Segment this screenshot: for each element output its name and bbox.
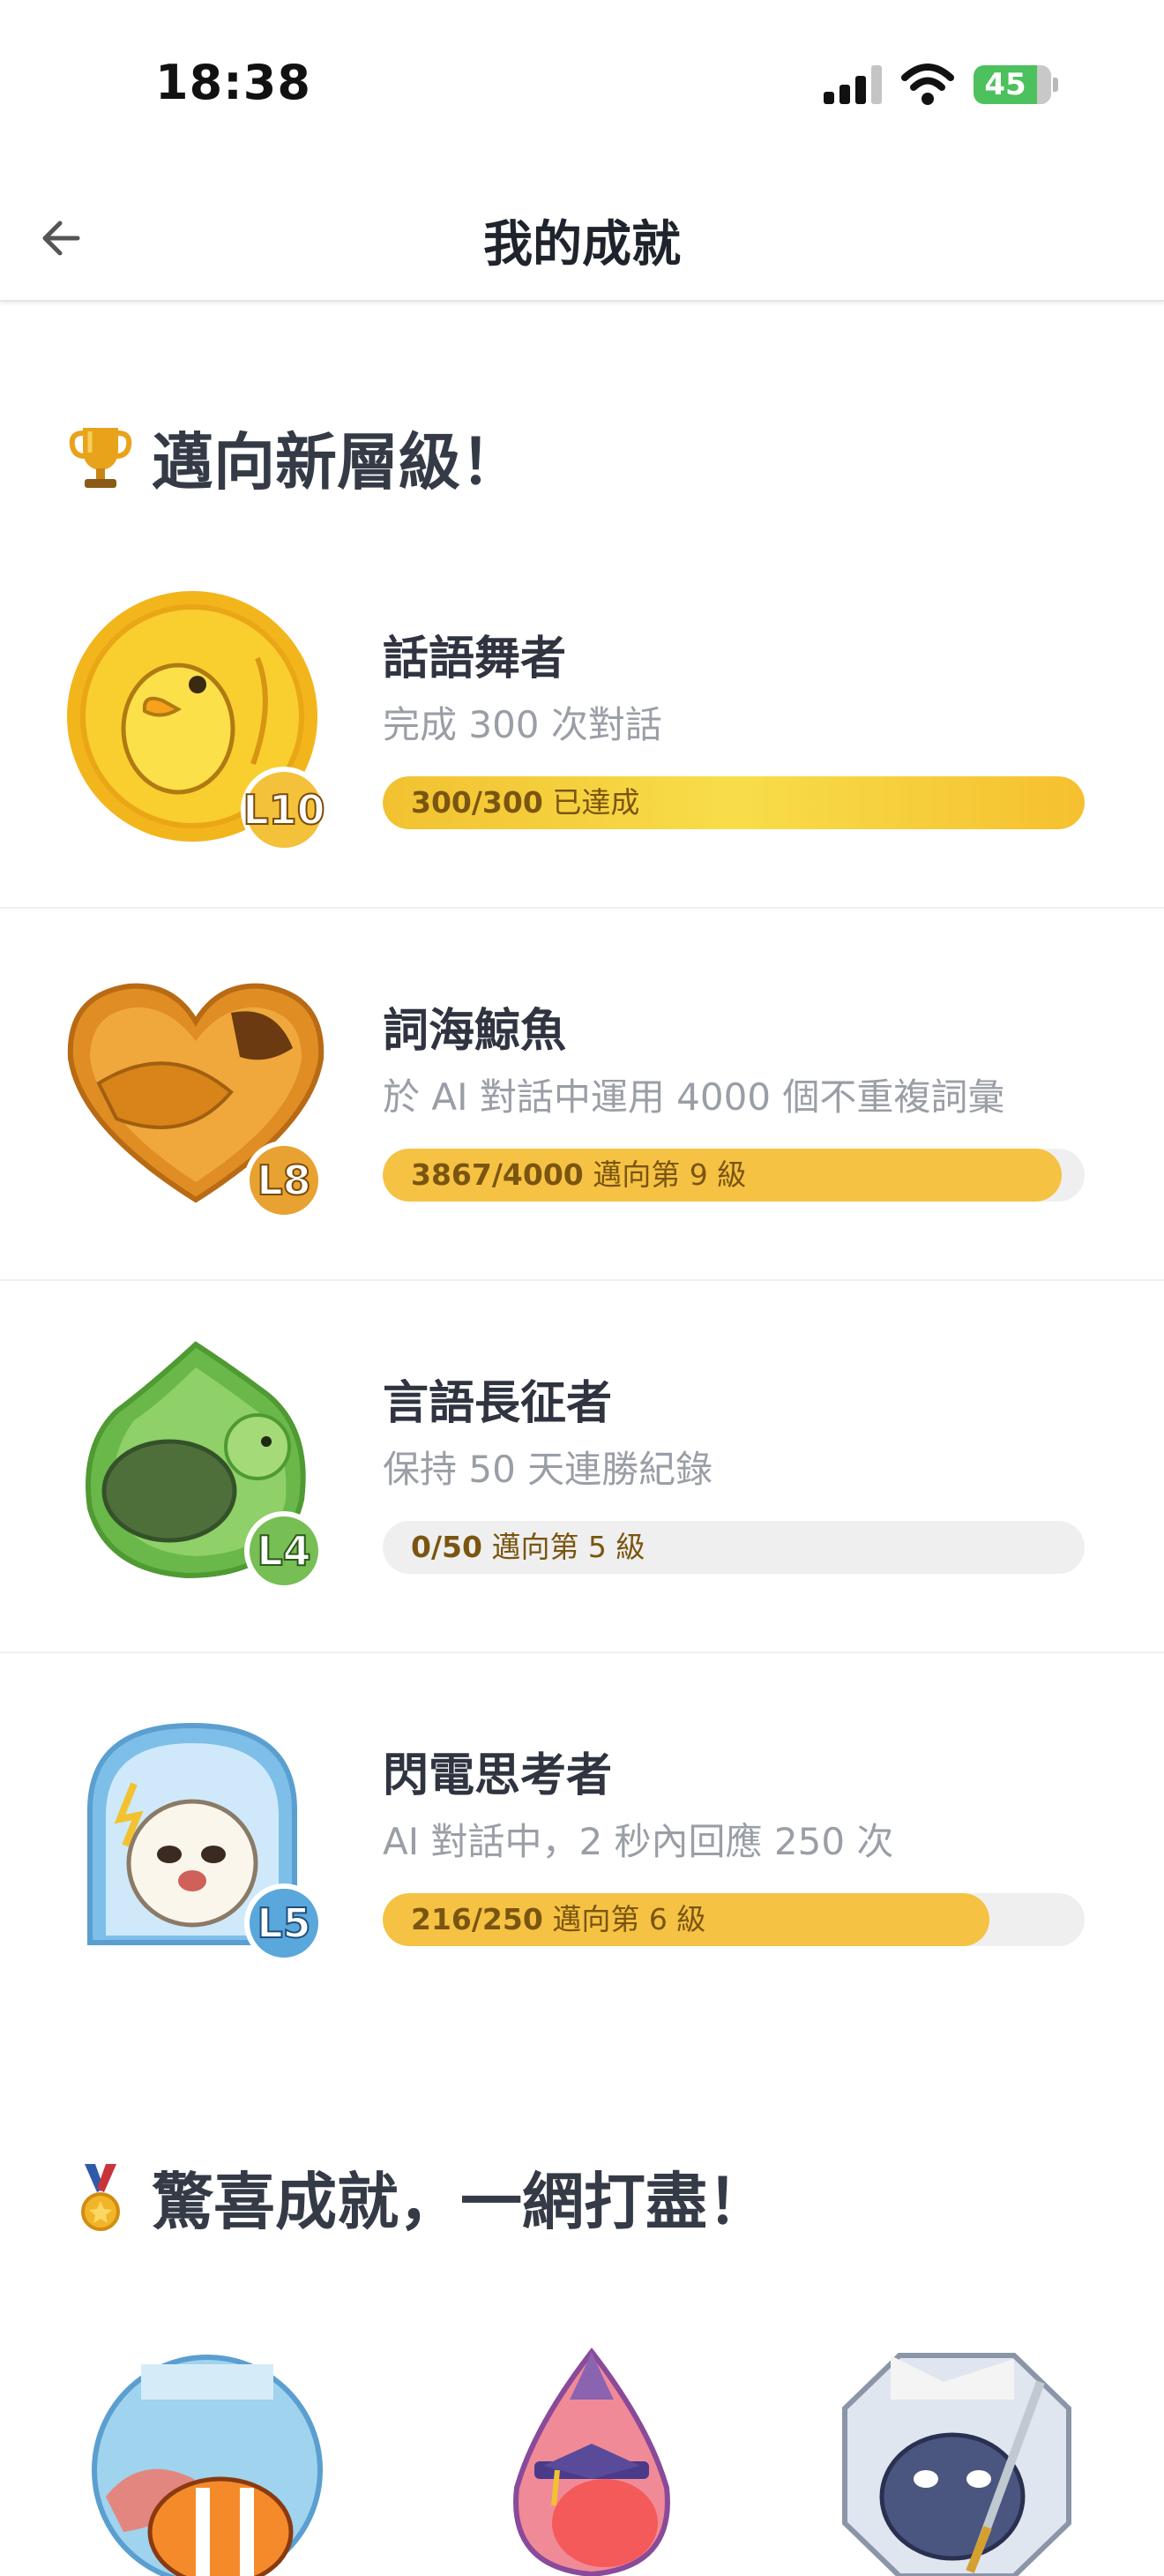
achievement-card-word-whale[interactable]: L8 詞海鯨魚 於 AI 對話中運用 4000 個不重複詞彙 3867/4000… [0,909,1164,1281]
page-title: 我的成就 [483,216,681,273]
achievement-desc: 於 AI 對話中運用 4000 個不重複詞彙 [383,1075,1005,1119]
rabbit-badge-icon: L5 [87,1722,324,1963]
progress-status: 邁向第 9 級 [593,1157,747,1192]
progress-bar: 300/300 已達成 [383,776,1085,829]
level-section-title: 邁向新層級！ [69,413,522,502]
achievement-name: 詞海鯨魚 [383,1005,567,1058]
badge-level-l5: L5 [257,1899,310,1947]
achievement-desc: 完成 300 次對話 [383,703,662,746]
level-section-title-text: 邁向新層級！ [152,426,522,498]
whale-heart-badge-icon: L8 [67,983,325,1220]
progress-bar: 0/50 邁向第 5 級 [383,1521,1085,1574]
progress-count: 300/300 [411,785,543,820]
badge-level-l10: L10 [242,786,325,834]
progress-count: 0/50 [411,1530,482,1564]
progress-bar: 3867/4000 邁向第 9 級 [383,1149,1085,1202]
achievement-card-lightning-thinker[interactable]: L5 閃電思考者 AI 對話中，2 秒內回應 250 次 216/250 邁向第… [0,1653,1164,2026]
seal-samurai-badge-icon[interactable] [838,2347,1076,2576]
achievement-card-word-dancer[interactable]: L10 話語舞者 完成 300 次對話 300/300 已達成 [0,536,1164,909]
progress-status: 邁向第 6 級 [552,1902,706,1936]
progress-count: 216/250 [411,1902,543,1936]
progress-status: 已達成 [552,785,640,820]
achievement-name: 話語舞者 [383,633,567,685]
surprise-section-title: 驚喜成就，一網打盡！ [69,2153,769,2242]
status-bar: 18:38 45 [0,0,1164,159]
wifi-icon [901,64,954,105]
progress-count: 3867/4000 [411,1157,584,1192]
clownfish-badge-icon[interactable] [88,2347,326,2576]
progress-status: 邁向第 5 級 [491,1530,645,1564]
duck-badge-icon: L10 [67,591,327,852]
signal-icon [824,65,885,104]
medal-icon [81,2163,120,2231]
octopus-badge-icon[interactable] [473,2347,711,2576]
surprise-section-title-text: 驚喜成就，一網打盡！ [152,2166,769,2238]
nav-header: 我的成就 [0,159,1164,302]
battery-level: 45 [984,67,1026,102]
achievement-desc: 保持 50 天連勝紀錄 [383,1448,713,1491]
progress-bar: 216/250 邁向第 6 級 [383,1893,1085,1946]
achievement-desc: AI 對話中，2 秒內回應 250 次 [383,1820,894,1863]
achievement-name: 言語長征者 [383,1377,613,1430]
achievement-name: 閃電思考者 [383,1749,613,1802]
status-time: 18:38 [155,55,311,110]
battery-indicator: 45 [974,65,1058,104]
badge-level-l4: L4 [257,1527,310,1575]
turtle-leaf-badge-icon: L4 [86,1341,324,1591]
badge-level-l8: L8 [257,1157,310,1204]
achievement-card-speech-marcher[interactable]: L4 言語長征者 保持 50 天連勝紀錄 0/50 邁向第 5 級 [0,1281,1164,1653]
trophy-icon [69,427,132,488]
